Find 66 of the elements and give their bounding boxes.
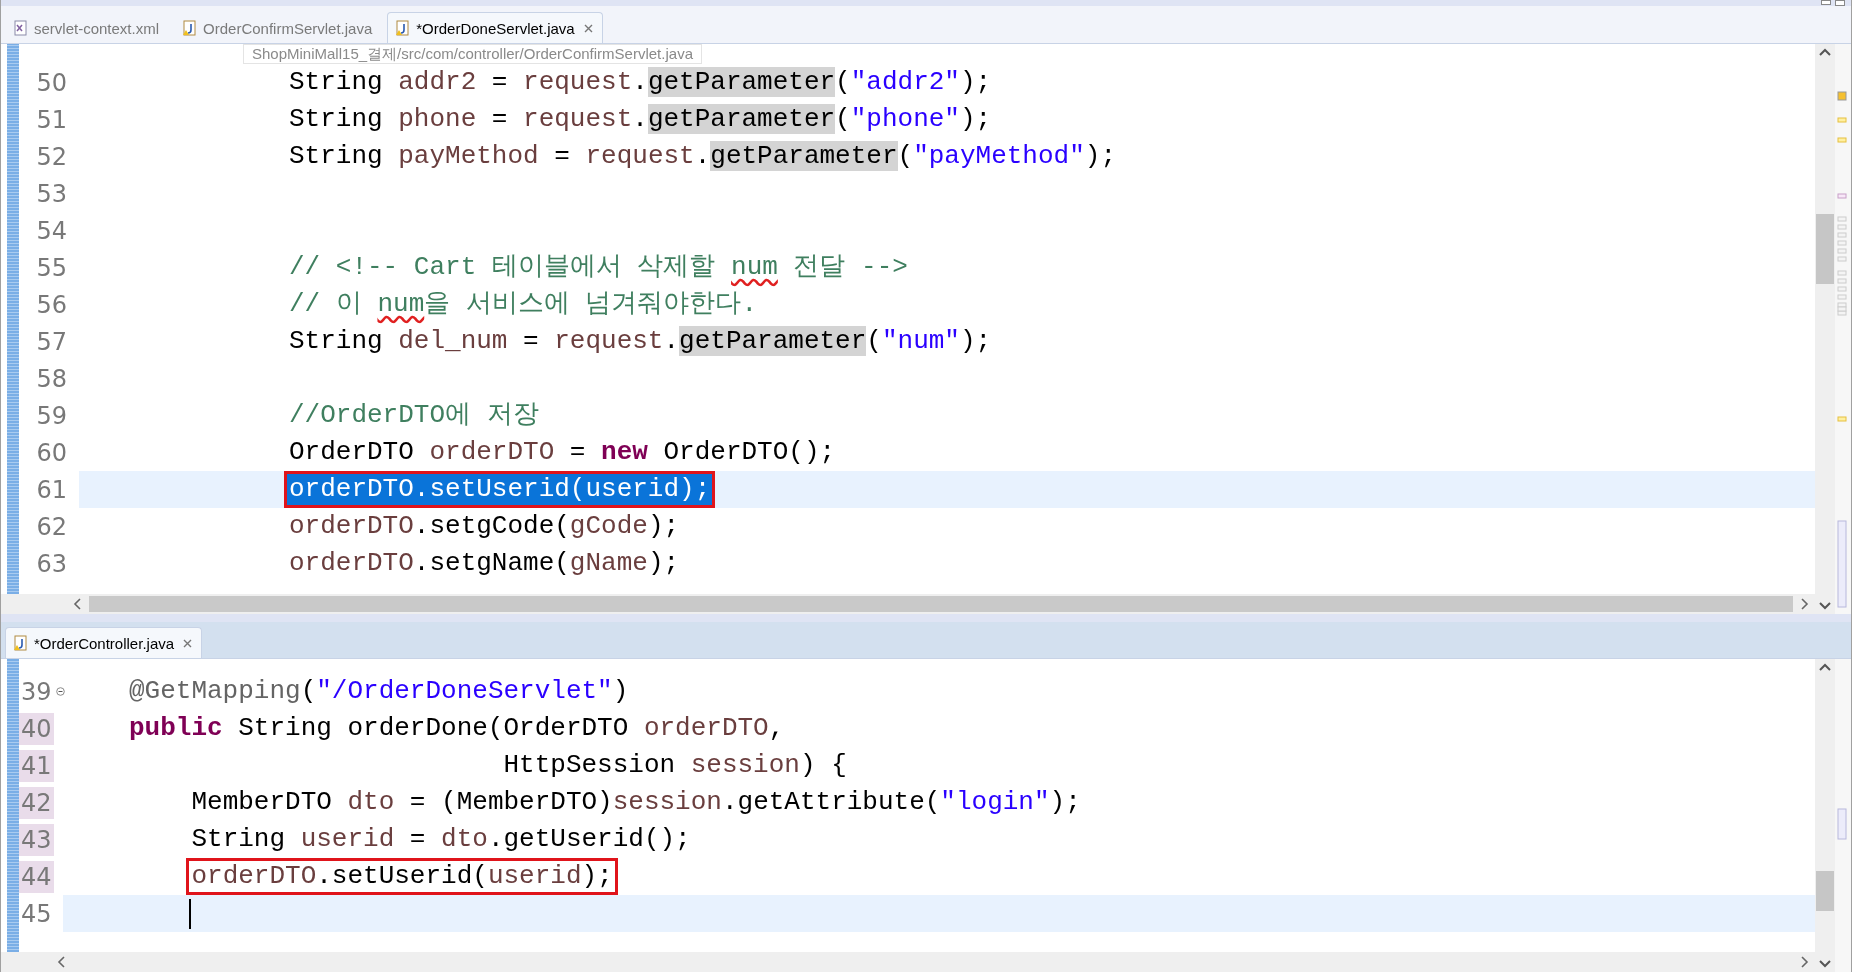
line-number: 50 [35, 67, 68, 99]
code-line: orderDTO.setgCode(gCode); [288, 511, 681, 542]
line-number: 43 [19, 823, 54, 856]
scroll-right-icon[interactable] [1801, 956, 1809, 968]
editor-tab[interactable]: *OrderController.java [5, 627, 203, 658]
editor-tab[interactable]: OrderConfirmServlet.java [174, 12, 382, 43]
line-number: 55 [35, 252, 68, 284]
scroll-down-icon[interactable] [1819, 602, 1831, 610]
editor-tab[interactable]: servlet-context.xml [5, 12, 169, 43]
line-number: 58 [35, 363, 68, 395]
minimize-icon[interactable] [1821, 0, 1831, 6]
scrollbar-thumb[interactable] [89, 596, 1793, 612]
xml-file-icon [14, 20, 28, 36]
code-line: // 이 num을 서비스에 넘겨줘야한다. [288, 289, 759, 320]
line-number: 51 [35, 104, 68, 136]
line-number: 54 [35, 215, 68, 247]
line-number: 56 [35, 289, 68, 321]
code-line: HttpSession session) { [502, 750, 848, 781]
path-tooltip: ShopMiniMall15_결제/src/com/controller/OrderConfirmServlet.java [243, 44, 702, 64]
code-line: String phone = request.getParameter("phone"); [288, 104, 993, 135]
line-number: 44 [19, 860, 54, 893]
line-number: 52 [35, 141, 68, 173]
code-line: String del_num = request.getParameter("num"); [288, 326, 993, 357]
close-icon[interactable] [582, 22, 594, 34]
scrollbar-thumb[interactable] [1816, 214, 1834, 284]
scroll-left-icon[interactable] [57, 956, 65, 968]
collapse-icon[interactable] [55, 687, 65, 696]
line-number: 53 [35, 178, 68, 210]
scroll-down-icon[interactable] [1819, 960, 1831, 968]
horizontal-scrollbar[interactable] [1, 594, 1815, 614]
java-file-icon [183, 20, 198, 36]
line-number: 61 [35, 474, 68, 506]
java-file-icon [396, 20, 411, 36]
code-line: //OrderDTO에 저장 [288, 400, 540, 431]
code-line: String addr2 = request.getParameter("addr2"); [288, 67, 993, 98]
line-number: 45 [20, 898, 53, 930]
code-line: OrderDTO orderDTO = new OrderDTO(); [288, 437, 837, 468]
code-line: String userid = dto.getUserid(); [190, 824, 692, 855]
code-line: String payMethod = request.getParameter("payMethod"); [288, 141, 1117, 172]
code-line: orderDTO.setgName(gName); [288, 548, 681, 579]
line-number: 60 [35, 437, 68, 469]
maximize-icon[interactable] [1835, 0, 1845, 6]
line-number: 39 [20, 676, 53, 708]
line-number: 40 [19, 712, 54, 745]
vertical-scrollbar[interactable] [1815, 44, 1835, 614]
code-line: orderDTO.setUserid(userid); [189, 861, 615, 892]
line-number: 59 [35, 400, 68, 432]
scrollbar-thumb[interactable] [1816, 871, 1834, 911]
close-icon[interactable] [182, 637, 194, 649]
line-number: 42 [19, 786, 54, 819]
code-line: // <!-- Cart 테이블에서 삭제할 num 전달 --> [288, 252, 909, 283]
code-line: public String orderDone(OrderDTO orderDTO, [128, 713, 786, 744]
vertical-scrollbar[interactable] [1815, 659, 1835, 972]
line-number: 63 [35, 548, 68, 580]
scroll-right-icon[interactable] [1801, 598, 1809, 610]
java-file-icon [14, 635, 28, 651]
code-line: MemberDTO dto = (MemberDTO)session.getAttribute("login"); [190, 787, 1082, 818]
scroll-up-icon[interactable] [1819, 48, 1831, 56]
scroll-left-icon[interactable] [73, 598, 81, 610]
editor-tab[interactable]: *OrderDoneServlet.java [387, 12, 603, 43]
line-number: 41 [19, 749, 54, 782]
scroll-up-icon[interactable] [1819, 663, 1831, 671]
horizontal-scrollbar[interactable] [1, 952, 1815, 972]
line-number: 57 [35, 326, 68, 358]
code-line: @GetMapping("/OrderDoneServlet") [128, 676, 630, 707]
line-number: 62 [35, 511, 68, 543]
